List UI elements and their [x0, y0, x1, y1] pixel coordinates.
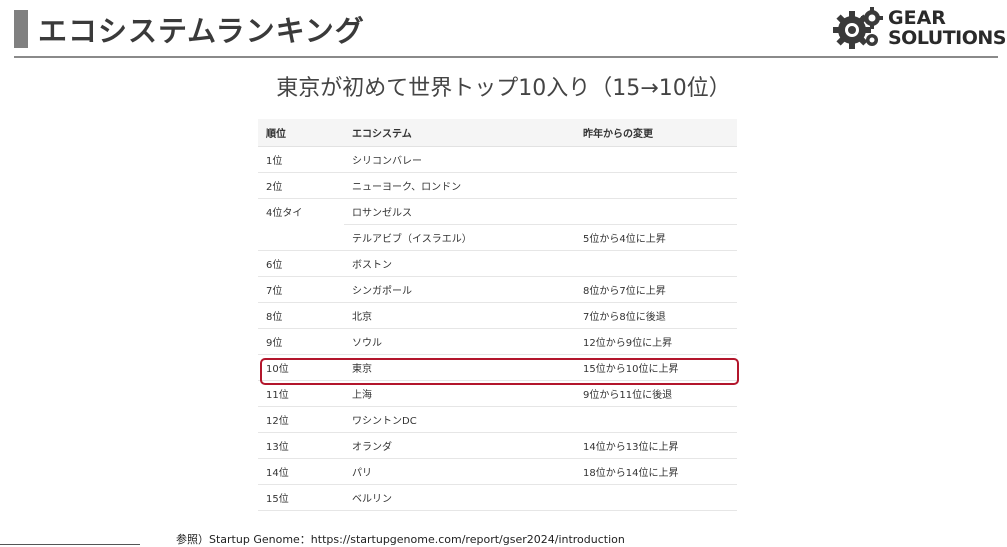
header-divider [14, 56, 998, 58]
source-footnote: 参照）Startup Genome：https://startupgenome.… [176, 533, 625, 546]
table-row: テルアビブ（イスラエル） 5位から4位に上昇 [258, 224, 737, 251]
table-header-row: 順位 エコシステム 昨年からの変更 [258, 119, 737, 147]
slide-title: エコシステムランキング [38, 14, 365, 48]
table-row: 9位 ソウル 12位から9位に上昇 [258, 328, 737, 355]
ecosystem-cell: シリコンバレー [344, 146, 575, 173]
header-change: 昨年からの変更 [575, 119, 737, 147]
logo-line-1: GEAR [888, 7, 946, 29]
table-row: 2位 ニューヨーク、ロンドン [258, 172, 737, 199]
table-row: 4位タイ ロサンゼルス [258, 198, 737, 225]
ecosystem-cell: テルアビブ（イスラエル） [344, 224, 575, 251]
ecosystem-cell: ロサンゼルス [344, 198, 575, 225]
rank-cell: 4位タイ [266, 208, 303, 220]
rank-cell: 1位 [258, 146, 344, 173]
title-accent-bar [14, 10, 28, 48]
rank-cell: 13位 [258, 432, 344, 459]
ecosystem-cell: ニューヨーク、ロンドン [344, 172, 575, 199]
rank-cell: 12位 [258, 406, 344, 433]
table-row: 13位 オランダ 14位から13位に上昇 [258, 432, 737, 459]
ecosystem-cell: オランダ [344, 432, 575, 459]
change-cell: 14位から13位に上昇 [575, 432, 737, 459]
change-cell [575, 146, 737, 173]
table-row: 14位 パリ 18位から14位に上昇 [258, 458, 737, 485]
ecosystem-cell: 北京 [344, 302, 575, 329]
ecosystem-cell: ボストン [344, 250, 575, 277]
table-row: 12位 ワシントンDC [258, 406, 737, 433]
tokyo-highlight-box [260, 358, 739, 385]
table-row: 15位 ベルリン [258, 484, 737, 511]
change-cell: 8位から7位に上昇 [575, 276, 737, 303]
gear-solutions-logo: GEAR SOLUTIONS [832, 6, 1006, 50]
ecosystem-cell: ソウル [344, 328, 575, 355]
rank-cell: 9位 [258, 328, 344, 355]
ranking-table: 順位 エコシステム 昨年からの変更 1位 シリコンバレー 2位 ニューヨーク、ロ… [258, 119, 737, 511]
change-cell [575, 198, 737, 225]
table-row: 1位 シリコンバレー [258, 146, 737, 173]
table-row: 6位 ボストン [258, 250, 737, 277]
rank-cell: 15位 [258, 484, 344, 511]
ecosystem-cell: シンガポール [344, 276, 575, 303]
table-row: 8位 北京 7位から8位に後退 [258, 302, 737, 329]
gears-icon [833, 7, 883, 49]
change-cell [575, 406, 737, 433]
change-cell: 5位から4位に上昇 [575, 224, 737, 251]
ranking-table-container: 順位 エコシステム 昨年からの変更 1位 シリコンバレー 2位 ニューヨーク、ロ… [258, 119, 737, 511]
rank-cell: 8位 [258, 302, 344, 329]
logo-line-2: SOLUTIONS [888, 27, 1006, 49]
footnote-rule [0, 544, 140, 545]
change-cell: 12位から9位に上昇 [575, 328, 737, 355]
logo-wordmark: GEAR SOLUTIONS [888, 8, 1006, 48]
change-cell: 7位から8位に後退 [575, 302, 737, 329]
change-cell [575, 250, 737, 277]
rank-cell: 6位 [258, 250, 344, 277]
ecosystem-cell: ワシントンDC [344, 406, 575, 433]
ecosystem-cell: ベルリン [344, 484, 575, 511]
rank-cell: 7位 [258, 276, 344, 303]
rank-cell: 14位 [258, 458, 344, 485]
change-cell: 18位から14位に上昇 [575, 458, 737, 485]
header-ecosystem: エコシステム [344, 119, 575, 147]
change-cell [575, 484, 737, 511]
slide-subtitle: 東京が初めて世界トップ10入り（15→10位） [276, 76, 731, 101]
ecosystem-cell: パリ [344, 458, 575, 485]
header-rank: 順位 [258, 119, 344, 147]
rank-cell: 2位 [258, 172, 344, 199]
rank-cell [258, 224, 344, 251]
table-row: 7位 シンガポール 8位から7位に上昇 [258, 276, 737, 303]
change-cell [575, 172, 737, 199]
